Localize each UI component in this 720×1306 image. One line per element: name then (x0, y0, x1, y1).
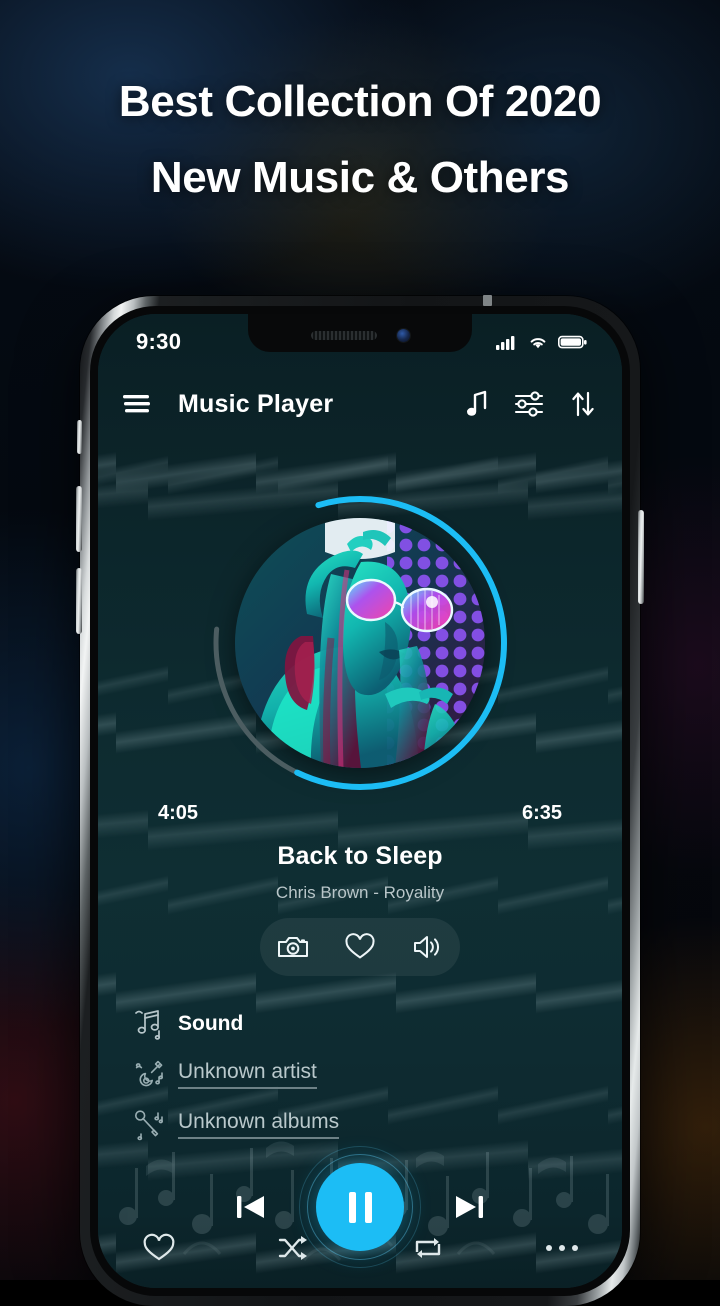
guitar-icon (132, 1057, 178, 1091)
front-camera-icon (396, 328, 410, 342)
track-info: Back to Sleep Chris Brown - Royality (98, 842, 622, 903)
track-title: Back to Sleep (277, 842, 443, 870)
music-player-app: 9:30 Music Player 4:05 6:35 Back to Slee… (98, 314, 622, 1288)
elapsed-time: 4:05 (158, 802, 199, 824)
headline-line-2: New Music & Others (150, 153, 570, 202)
page-title: Music Player (178, 389, 334, 418)
more-dot (545, 1245, 552, 1251)
track-subtitle: Chris Brown - Royality (275, 883, 445, 902)
camera-button[interactable] (277, 933, 309, 961)
phone-notch (248, 314, 472, 352)
phone-mockup: 9:30 Music Player 4:05 6:35 Back to Slee… (76, 295, 644, 1306)
nav-repeat[interactable] (411, 1233, 445, 1263)
equalizer-button[interactable] (514, 391, 544, 417)
phone-screen: 9:30 Music Player 4:05 6:35 Back to Slee… (98, 314, 622, 1288)
list-item[interactable]: Unknown albums (132, 1104, 588, 1144)
favorite-button[interactable] (344, 933, 376, 961)
battery-full-icon (558, 334, 588, 350)
music-note-button[interactable] (466, 390, 488, 418)
list-item-label: Sound (178, 1012, 244, 1035)
more-dot (571, 1245, 578, 1251)
cellular-signal-icon (496, 334, 518, 350)
list-item[interactable]: Unknown artist (132, 1054, 588, 1094)
bottom-nav-bar (98, 1218, 622, 1278)
app-bar-actions (466, 390, 596, 418)
promo-headline: Best Collection Of 2020 New Music & Othe… (0, 64, 720, 216)
status-time: 9:30 (136, 329, 182, 354)
progress-times: 4:05 6:35 (98, 802, 622, 825)
quick-actions-bar (260, 918, 460, 976)
volume-down-button[interactable] (76, 568, 82, 634)
microphone-icon (132, 1107, 178, 1141)
nav-more[interactable] (545, 1245, 578, 1251)
album-artwork-with-progress (207, 490, 513, 796)
antenna-band (483, 295, 492, 306)
nav-favorites[interactable] (142, 1233, 176, 1263)
list-item-label: Unknown artist (178, 1060, 317, 1089)
earpiece-speaker-icon (310, 330, 377, 340)
mute-switch[interactable] (77, 420, 82, 454)
wifi-icon (527, 334, 549, 350)
list-item-label: Unknown albums (178, 1110, 340, 1139)
power-button[interactable] (638, 510, 644, 604)
hamburger-menu-icon[interactable] (122, 392, 154, 416)
library-list: Sound Unknown artist Unknown albums (132, 1004, 588, 1154)
nav-shuffle[interactable] (277, 1233, 309, 1263)
app-bar: Music Player (98, 376, 622, 432)
volume-button[interactable] (411, 933, 443, 961)
more-dot (558, 1245, 565, 1251)
music-notes-icon (132, 1007, 178, 1041)
total-time: 6:35 (521, 802, 562, 824)
headline-line-1: Best Collection Of 2020 (118, 77, 602, 126)
volume-up-button[interactable] (76, 486, 82, 552)
circular-progress-ring[interactable] (207, 490, 513, 796)
list-item[interactable]: Sound (132, 1004, 588, 1044)
status-indicators (496, 334, 588, 350)
sort-button[interactable] (570, 390, 596, 418)
